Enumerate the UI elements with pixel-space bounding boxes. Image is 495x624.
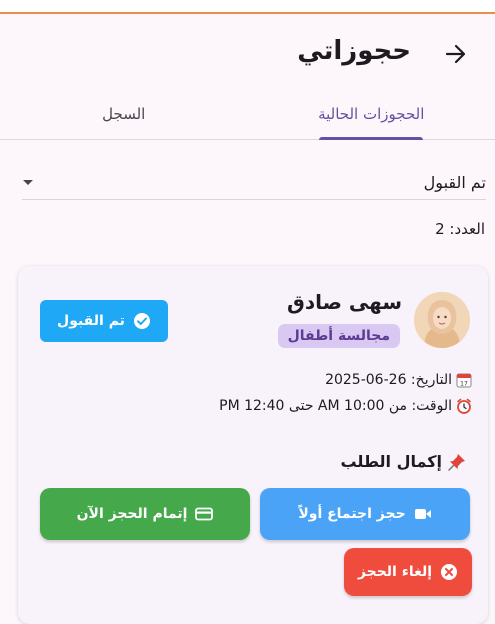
time-text: الوقت: من 10:00 AM حتى 12:40 PM <box>219 398 452 414</box>
tab-current-bookings[interactable]: الحجوزات الحالية <box>248 88 495 139</box>
credit-card-icon <box>195 507 213 521</box>
cancel-circle-icon <box>440 563 458 581</box>
complete-booking-now-button[interactable]: إتمام الحجز الآن <box>40 488 250 540</box>
booking-card: سهى صادق مجالسة أطفال تم القبول 17 التار… <box>18 266 488 624</box>
booking-date: 17 التاريخ: 26-06-2025 <box>325 372 472 388</box>
arrow-right-icon <box>445 44 467 64</box>
filter-selected-value: تم القبول <box>424 173 486 192</box>
date-text: التاريخ: 26-06-2025 <box>325 372 452 388</box>
top-accent-bar <box>0 0 495 14</box>
service-badge: مجالسة أطفال <box>278 324 400 348</box>
booking-time: الوقت: من 10:00 AM حتى 12:40 PM <box>219 398 472 414</box>
complete-request-heading: إكمال الطلب <box>340 452 466 471</box>
video-camera-icon <box>414 507 432 521</box>
tab-label: الحجوزات الحالية <box>318 105 424 123</box>
section-title-text: إكمال الطلب <box>340 452 442 471</box>
cancel-button-label: إلغاء الحجز <box>358 564 432 580</box>
provider-name: سهى صادق <box>287 290 402 314</box>
results-count: العدد: 2 <box>435 220 485 238</box>
check-circle-icon <box>133 312 151 330</box>
tab-label: السجل <box>102 105 145 123</box>
alarm-clock-icon <box>456 398 472 414</box>
meeting-button-label: حجز اجتماع أولاً <box>298 506 405 522</box>
back-button[interactable] <box>441 40 471 68</box>
calendar-icon: 17 <box>456 372 472 388</box>
page-title: حجوزاتي <box>297 36 411 66</box>
cancel-booking-button[interactable]: إلغاء الحجز <box>344 548 472 596</box>
status-label: تم القبول <box>57 313 125 329</box>
dropdown-arrow-icon <box>22 179 34 187</box>
svg-text:17: 17 <box>460 381 468 388</box>
book-meeting-first-button[interactable]: حجز اجتماع أولاً <box>260 488 470 540</box>
status-badge: تم القبول <box>40 300 168 342</box>
pushpin-icon <box>448 453 466 471</box>
tab-bar: الحجوزات الحالية السجل <box>0 88 495 140</box>
tab-history[interactable]: السجل <box>0 88 248 139</box>
status-filter-dropdown[interactable]: تم القبول <box>22 166 486 200</box>
app-bar: حجوزاتي <box>0 14 495 88</box>
provider-avatar <box>414 292 470 348</box>
complete-button-label: إتمام الحجز الآن <box>77 506 188 522</box>
